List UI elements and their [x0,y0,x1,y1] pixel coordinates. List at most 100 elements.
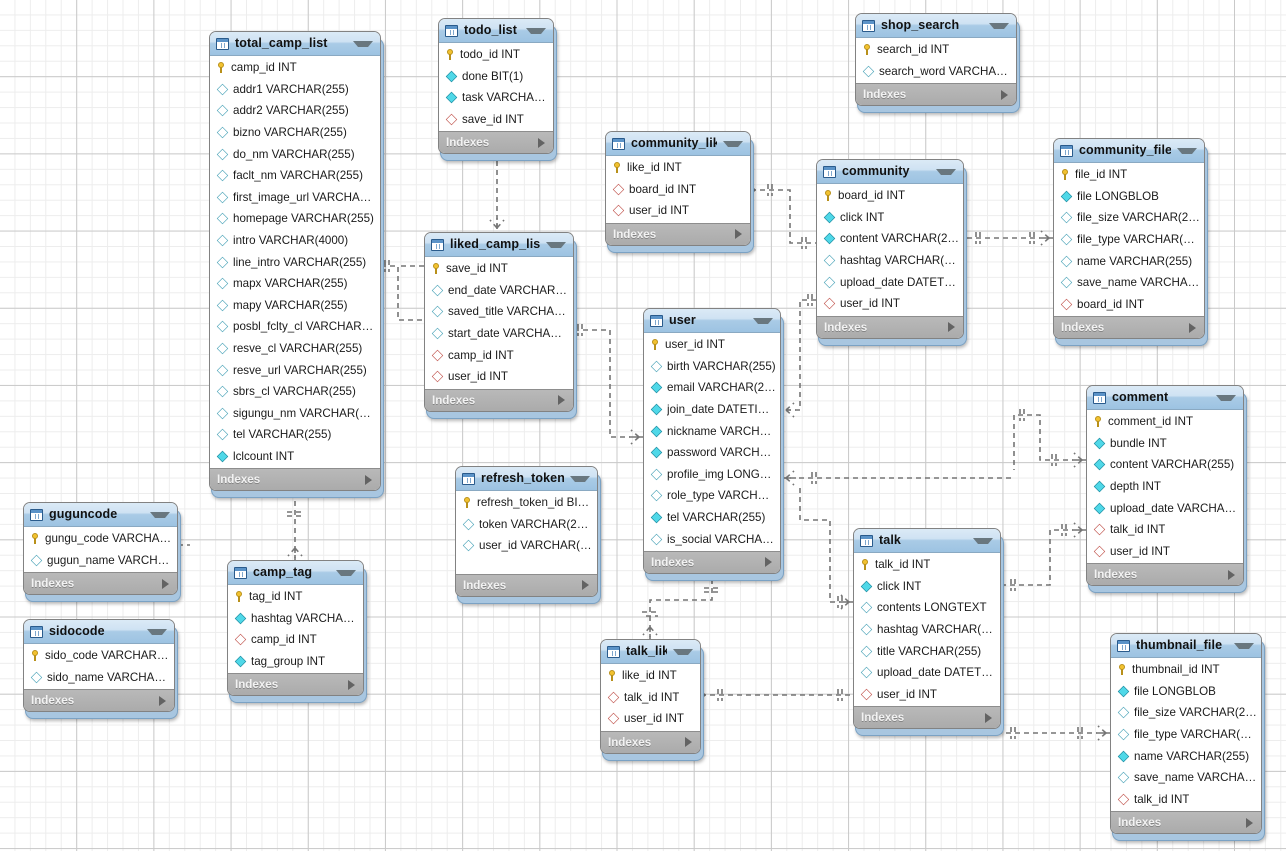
table-header[interactable]: community [817,160,963,184]
table-liked_camp_list[interactable]: liked_camp_list save_id INT end_date VARCH… [424,232,577,419]
indexes-section[interactable]: Indexes [856,83,1016,106]
column-row[interactable]: thumbnail_id INT [1111,659,1261,681]
expand-indexes-icon[interactable] [348,679,355,690]
column-row[interactable]: task VARCHAR(255) [439,87,553,109]
expand-indexes-icon[interactable] [985,712,992,723]
column-row[interactable]: homepage VARCHAR(255) [210,208,380,230]
expand-indexes-icon[interactable] [765,557,772,568]
column-row[interactable]: content VARCHAR(255) [817,228,963,250]
expand-indexes-icon[interactable] [558,395,565,406]
table-header[interactable]: talk_like [601,640,700,664]
column-row[interactable]: board_id INT [1054,294,1204,316]
column-row[interactable]: talk_id INT [854,554,1000,576]
column-row[interactable]: do_nm VARCHAR(255) [210,143,380,165]
column-row[interactable]: like_id INT [606,157,750,179]
table-header[interactable]: user [644,309,780,333]
chevron-down-icon[interactable] [723,140,743,147]
column-row[interactable]: sido_name VARCHAR(255) [24,667,174,689]
column-row[interactable]: save_id INT [425,258,573,280]
column-row[interactable]: posbl_fclty_cl VARCHAR(255) [210,316,380,338]
table-camp_tag[interactable]: camp_tag tag_id INT hashtag VARCHAR(255) ca… [227,560,367,704]
chevron-down-icon[interactable] [336,569,356,576]
indexes-section[interactable]: Indexes [456,573,597,596]
chevron-down-icon[interactable] [673,648,693,655]
column-row[interactable]: upload_date DATETIME(6) [854,662,1000,684]
column-row[interactable]: mapx VARCHAR(255) [210,273,380,295]
table-talk[interactable]: talk talk_id INT click INT contents LONGTEX… [853,528,1004,737]
table-community[interactable]: community board_id INT click INT content VA… [816,159,967,346]
column-row[interactable]: birth VARCHAR(255) [644,356,780,378]
column-row[interactable]: password VARCHAR(2... [644,442,780,464]
column-row[interactable]: todo_id INT [439,44,553,66]
column-row[interactable]: contents LONGTEXT [854,597,1000,619]
expand-indexes-icon[interactable] [1001,89,1008,100]
expand-indexes-icon[interactable] [685,737,692,748]
column-row[interactable]: save_name VARCHAR(255) [1054,272,1204,294]
column-row[interactable]: hashtag VARCHAR(255) [817,250,963,272]
table-header[interactable]: todo_list [439,19,553,43]
chevron-down-icon[interactable] [1234,642,1254,649]
column-row[interactable]: file LONGBLOB [1054,186,1204,208]
indexes-section[interactable]: Indexes [606,222,750,245]
column-row[interactable]: bizno VARCHAR(255) [210,122,380,144]
column-row[interactable]: user_id INT [644,334,780,356]
column-row[interactable]: save_name VARCHAR(255) [1111,767,1261,789]
table-header[interactable]: talk [854,529,1000,553]
table-guguncode[interactable]: guguncode gungu_code VARCHAR(255) gugun_na… [23,502,181,603]
column-row[interactable]: hashtag VARCHAR(255) [854,619,1000,641]
column-row[interactable]: tag_group INT [228,651,363,673]
table-header[interactable]: community_file [1054,139,1204,163]
column-row[interactable]: bundle INT [1087,433,1243,455]
table-community_file[interactable]: community_file file_id INT file LONGBLOB fi… [1053,138,1208,347]
column-row[interactable]: tel VARCHAR(255) [210,424,380,446]
table-shop_search[interactable]: shop_search search_id INT search_word VARC… [855,13,1020,114]
column-row[interactable]: end_date VARCHAR(255) [425,280,573,302]
indexes-section[interactable]: Indexes [854,706,1000,729]
table-header[interactable]: comment [1087,386,1243,410]
column-row[interactable]: join_date DATETIME(6) [644,399,780,421]
expand-indexes-icon[interactable] [948,322,955,333]
column-row[interactable]: user_id INT [601,708,700,730]
column-row[interactable]: file_type VARCHAR(255) [1054,229,1204,251]
column-row[interactable]: name VARCHAR(255) [1054,250,1204,272]
column-row[interactable]: resve_url VARCHAR(255) [210,359,380,381]
expand-indexes-icon[interactable] [162,578,169,589]
column-row[interactable]: first_image_url VARCHAR(255) [210,187,380,209]
table-header[interactable]: guguncode [24,503,177,527]
column-row[interactable]: upload_date DATETIME(6) [817,271,963,293]
column-row[interactable]: resve_cl VARCHAR(255) [210,338,380,360]
column-row[interactable]: hashtag VARCHAR(255) [228,608,363,630]
column-row[interactable]: camp_id INT [425,344,573,366]
column-row[interactable]: camp_id INT [228,629,363,651]
column-row[interactable]: start_date VARCHAR(255) [425,323,573,345]
column-row[interactable]: user_id VARCHAR(255) [456,535,597,557]
column-row[interactable]: upload_date VARCHAR(255) [1087,497,1243,519]
indexes-section[interactable]: Indexes [439,131,553,154]
column-row[interactable]: comment_id INT [1087,411,1243,433]
table-header[interactable]: camp_tag [228,561,363,585]
column-row[interactable]: addr2 VARCHAR(255) [210,100,380,122]
column-row[interactable]: email VARCHAR(255) [644,377,780,399]
table-sidocode[interactable]: sidocode sido_code VARCHAR(255) sido_name … [23,619,178,720]
chevron-down-icon[interactable] [989,22,1009,29]
expand-indexes-icon[interactable] [1246,817,1253,828]
column-row[interactable]: user_id INT [425,366,573,388]
indexes-section[interactable]: Indexes [425,388,573,411]
indexes-section[interactable]: Indexes [817,315,963,338]
chevron-down-icon[interactable] [150,511,170,518]
chevron-down-icon[interactable] [1216,394,1236,401]
column-row[interactable]: content VARCHAR(255) [1087,454,1243,476]
indexes-section[interactable]: Indexes [1087,563,1243,586]
column-row[interactable]: user_id INT [606,200,750,222]
table-user[interactable]: user user_id INT birth VARCHAR(255) email V… [643,308,784,581]
column-row[interactable]: file_id INT [1054,164,1204,186]
chevron-down-icon[interactable] [973,537,993,544]
table-header[interactable]: total_camp_list [210,32,380,56]
column-row[interactable]: talk_id INT [601,687,700,709]
table-header[interactable]: thumbnail_file [1111,634,1261,658]
column-row[interactable]: camp_id INT [210,57,380,79]
table-header[interactable]: sidocode [24,620,174,644]
column-row[interactable]: file_type VARCHAR(255) [1111,724,1261,746]
column-row[interactable]: addr1 VARCHAR(255) [210,79,380,101]
column-row[interactable]: gungu_code VARCHAR(255) [24,528,177,550]
